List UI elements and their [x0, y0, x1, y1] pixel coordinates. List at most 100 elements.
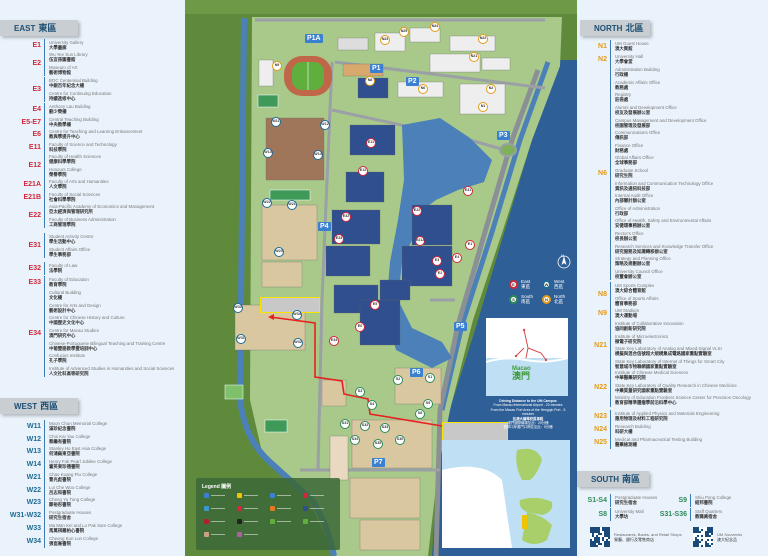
directory-entry-e34[interactable]: E34 Cultural Building 文化樓 Centre for Arts a… — [0, 289, 174, 378]
building-item[interactable]: Office of Administration 行政部 — [615, 205, 713, 218]
building-item[interactable]: UM Guest House 澳大賓館 — [615, 40, 649, 53]
directory-entry-e21b[interactable]: E21B Faculty of Social Sciences 社會科學學院 — [0, 191, 100, 204]
directory-entry-s1-s4[interactable]: S1-S4 Postgraduate Houses 研究生宿舍 — [580, 494, 657, 507]
building-item[interactable]: Cheong Kun Lun College 張崑崙書院 — [49, 535, 98, 548]
directory-entry-e3[interactable]: E3 BOC Centennial Building 中銀百年紀念大樓 Centre … — [0, 77, 111, 103]
building-item[interactable]: Chinese-Portuguese Bilingual Teaching an… — [49, 339, 174, 352]
building-item[interactable]: Centre for Arts and Design 藝術設計中心 — [49, 302, 174, 315]
pearl-river-delta-inset[interactable]: Macao 澳門 — [485, 318, 569, 396]
building-item[interactable]: State Key Laboratory of Analog and Mixed… — [615, 345, 725, 358]
directory-entry-e21a[interactable]: E21A Faculty of Arts and Humanities 人文學院 — [0, 178, 109, 191]
map-marker-s4[interactable]: S4 — [367, 400, 377, 410]
map-marker-e34[interactable]: E34 — [329, 336, 339, 346]
map-marker-n8[interactable]: N8 — [365, 76, 375, 86]
building-item[interactable]: Postgraduate Houses 研究生宿舍 — [49, 509, 91, 522]
parking-p5[interactable]: P5 — [454, 322, 467, 331]
directory-entry-e1[interactable]: E1 University Gallery 大學畫廊 — [0, 39, 83, 52]
map-marker-s33[interactable]: S33 — [380, 423, 390, 433]
directory-entry-w23[interactable]: W23 Cheng Yu Tung College 鄭裕彤書院 — [0, 496, 95, 509]
building-item[interactable]: Communications Office 傳訊部 — [615, 129, 713, 142]
map-marker-s36[interactable]: S36 — [395, 435, 405, 445]
map-marker-w11[interactable]: W11 — [271, 117, 281, 127]
directory-entry-w13[interactable]: W13 Stanley Ho East Asia College 何鴻燊東亞書院 — [0, 445, 106, 458]
directory-entry-s31-s36[interactable]: S31-S36 Staff Quarters 教職員宿舍 — [650, 508, 722, 521]
directory-entry-n8[interactable]: N8 UM Sports Complex 澳大綜合體育館 Office of Spor… — [580, 282, 659, 308]
map-marker-n22[interactable]: N22 — [478, 34, 488, 44]
map-marker-e21a[interactable]: E21A — [415, 236, 425, 246]
building-item[interactable]: Institute of Chinese Medical Sciences 中華醫… — [615, 369, 751, 382]
building-item[interactable]: Faculty of Health Sciences 健康科學學院 — [49, 153, 101, 166]
building-item[interactable]: Centre for Chinese History and Culture 中國… — [49, 314, 174, 327]
map-marker-w33[interactable]: W33 — [233, 303, 243, 313]
parking-p1[interactable]: P1 — [370, 64, 383, 73]
map-marker-s8[interactable]: S8 — [415, 409, 425, 419]
building-item[interactable]: Campus Management and Development Office… — [615, 116, 713, 129]
directory-entry-w21[interactable]: W21 Chao Kuang Piu College 曹光彪書院 — [0, 471, 97, 484]
map-marker-e5[interactable]: E5 — [370, 300, 380, 310]
building-item[interactable]: Medical and Pharmaceutical Testing Build… — [615, 436, 702, 449]
building-item[interactable]: Faculty of Education 教育學院 — [49, 276, 89, 289]
building-item[interactable]: Ma Man Kei and Lo Pak Sam College 馬萬祺羅柏心書… — [49, 522, 122, 535]
map-marker-n25[interactable]: N25 — [399, 27, 409, 37]
directory-entry-e11[interactable]: E11 Faculty of Science and Technology 科技學院 — [0, 141, 117, 154]
directory-entry-w14[interactable]: W14 Henry Fok Pearl Jubilee College 霍英東珍禧書… — [0, 458, 112, 471]
map-marker-s34[interactable]: S34 — [350, 435, 360, 445]
directory-entry-e22[interactable]: E22 Asia-Pacific Academy of Economics and… — [0, 203, 154, 229]
building-item[interactable]: Cultural Building 文化樓 — [49, 289, 174, 302]
parking-p3[interactable]: P3 — [497, 131, 510, 140]
map-marker-n2[interactable]: N2 — [486, 84, 496, 94]
building-item[interactable]: Choi Kai Yau College 蔡繼有書院 — [49, 433, 90, 446]
directory-entry-e31[interactable]: E31 Student Activity Centre 學生活動中心 Student … — [0, 233, 93, 259]
directory-entry-w33[interactable]: W33 Ma Man Kei and Lo Pak Sam College 馬萬祺羅… — [0, 522, 122, 535]
building-item[interactable]: Museum of Art 藝術博物館 — [49, 64, 88, 77]
map-marker-s9[interactable]: S9 — [423, 399, 433, 409]
building-item[interactable]: Wu Yee Sun Library 伍宜孫圖書館 — [49, 51, 88, 64]
directory-entry-w22[interactable]: W22 Lui Che Woo College 呂志和書院 — [0, 484, 90, 497]
building-item[interactable]: Faculty of Social Sciences 社會科學學院 — [49, 191, 100, 204]
map-marker-n6[interactable]: N6 — [418, 84, 428, 94]
map-marker-w22[interactable]: W22 — [262, 198, 272, 208]
map-marker-e4[interactable]: E4 — [452, 253, 462, 263]
building-item[interactable]: Alumni and Development Office 校友及發展辦公室 — [615, 104, 713, 117]
map-marker-e2[interactable]: E2 — [435, 269, 445, 279]
parking-p1a[interactable]: P1A — [305, 34, 323, 43]
building-item[interactable]: Academic Affairs Office 教務處 — [615, 79, 713, 92]
macao-map-inset[interactable] — [442, 440, 570, 548]
directory-entry-n25[interactable]: N25 Medical and Pharmaceutical Testing Bu… — [580, 436, 702, 449]
building-item[interactable]: State Key Laboratory of Quality Research… — [615, 382, 751, 395]
parking-p6[interactable]: P6 — [410, 368, 423, 377]
building-item[interactable]: Internal Audit Office 內部審計辦公室 — [615, 192, 713, 205]
building-item[interactable]: Moon Chun Memorial College 滿珍紀念書院 — [49, 420, 107, 433]
building-item[interactable]: Staff Quarters 教職員宿舍 — [695, 508, 722, 521]
map-marker-s3[interactable]: S3 — [355, 387, 365, 397]
building-item[interactable]: Administration Building 行政樓 — [615, 66, 713, 79]
map-marker-e1[interactable]: E1 — [465, 240, 475, 250]
directory-entry-w31-w32[interactable]: W31-W32 Postgraduate Houses 研究生宿舍 — [0, 509, 91, 522]
parking-p4[interactable]: P4 — [318, 222, 331, 231]
directory-entry-w12[interactable]: W12 Choi Kai Yau College 蔡繼有書院 — [0, 433, 90, 446]
map-marker-e6[interactable]: E6 — [355, 322, 365, 332]
map-marker-s1[interactable]: S1 — [425, 373, 435, 383]
qr-code[interactable] — [693, 527, 713, 547]
parking-p7[interactable]: P7 — [372, 458, 385, 467]
building-item[interactable]: Faculty of Arts and Humanities 人文學院 — [49, 178, 109, 191]
building-item[interactable]: Centre for Continuing Education 持續進修中心 — [49, 90, 111, 103]
building-item[interactable]: Stanley Ho East Asia College 何鴻燊東亞書院 — [49, 445, 106, 458]
map-marker-w34[interactable]: W34 — [292, 310, 302, 320]
directory-entry-n9[interactable]: N9 UM Stadium 澳大運動場 — [580, 307, 639, 320]
map-marker-w32[interactable]: W32 — [293, 338, 303, 348]
building-item[interactable]: Centre for Teaching and Learning Enhance… — [49, 128, 142, 141]
building-item[interactable]: Chao Kuang Piu College 曹光彪書院 — [49, 471, 97, 484]
building-item[interactable]: University Hall 大學會堂 — [615, 53, 643, 66]
building-item[interactable]: UM Stadium 澳大運動場 — [615, 307, 639, 320]
directory-entry-e5-e7[interactable]: E5-E7 Central Teaching Building 中央教學樓 — [0, 116, 99, 129]
building-item[interactable]: Faculty of Law 法學院 — [49, 262, 77, 275]
building-item[interactable]: Lui Che Woo College 呂志和書院 — [49, 484, 90, 497]
map-marker-n1[interactable]: N1 — [478, 102, 488, 112]
building-item[interactable]: Confucius Institute 孔子學院 — [49, 352, 174, 365]
building-item[interactable]: BOC Centennial Building 中銀百年紀念大樓 — [49, 77, 111, 90]
building-item[interactable]: University Council Office 校董會辦公室 — [615, 268, 713, 281]
map-marker-e22[interactable]: E22 — [412, 206, 422, 216]
building-item[interactable]: Honours College 榮譽學院 — [49, 166, 101, 179]
map-marker-w12[interactable]: W12 — [320, 120, 330, 130]
